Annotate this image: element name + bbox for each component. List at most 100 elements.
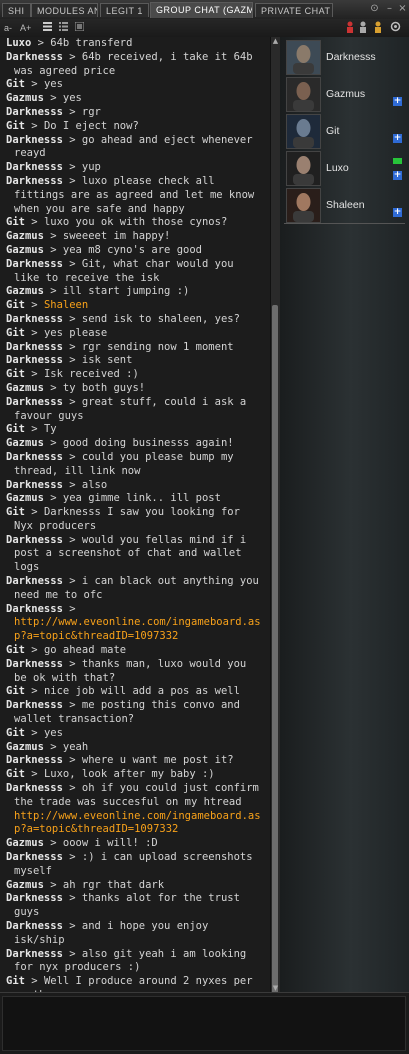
portrait-view-icon[interactable] xyxy=(74,21,85,35)
chat-message: Darknesss > also xyxy=(6,478,108,491)
chat-speaker[interactable]: Darknesss xyxy=(6,699,63,711)
chat-speaker[interactable]: Git xyxy=(6,327,25,339)
chat-speaker[interactable]: Gazmus xyxy=(6,437,44,449)
chat-speaker[interactable]: Gazmus xyxy=(6,879,44,891)
channel-icon-gray[interactable] xyxy=(358,21,368,35)
chat-speaker[interactable]: Darknesss xyxy=(6,313,63,325)
tab-legit[interactable]: LEGIT 1 xyxy=(100,3,149,17)
chat-message: Darknesss > Git, what char would you lik… xyxy=(6,257,234,284)
tab-modules[interactable]: MODULES AN xyxy=(31,3,98,17)
chat-speaker[interactable]: Git xyxy=(6,216,25,228)
chat-message: Darknesss > thanks man, luxo would you b… xyxy=(6,657,247,684)
chat-speaker[interactable]: Darknesss xyxy=(6,479,63,491)
chat-speaker[interactable]: Darknesss xyxy=(6,51,63,63)
settings-icon[interactable] xyxy=(390,21,401,35)
chat-speaker[interactable]: Darknesss xyxy=(6,948,63,960)
chat-text: Do I eject now? xyxy=(43,119,139,132)
chat-speaker[interactable]: Git xyxy=(6,975,25,987)
channel-icon-orange[interactable] xyxy=(373,21,383,35)
member-shaleen[interactable]: Shaleen + xyxy=(286,188,404,224)
options-icon[interactable]: ⊙ xyxy=(369,3,380,14)
scroll-down-icon[interactable]: ▼ xyxy=(271,984,280,992)
chat-text: 64b transferd xyxy=(50,37,133,49)
chat-speaker[interactable]: Gazmus xyxy=(6,244,44,256)
member-darknesss[interactable]: Darknesss xyxy=(286,40,404,76)
chat-text: luxo you ok with those cynos? xyxy=(43,216,228,229)
chat-text: send isk to shaleen, yes? xyxy=(81,312,240,325)
chat-speaker[interactable]: Darknesss xyxy=(6,534,63,546)
chat-speaker[interactable]: Darknesss xyxy=(6,258,63,270)
chat-speaker[interactable]: Darknesss xyxy=(6,782,63,794)
chat-speaker[interactable]: Darknesss xyxy=(6,851,63,863)
scroll-thumb[interactable] xyxy=(272,305,278,1023)
chat-link[interactable]: http://www.eveonline.com/ingameboard.asp… xyxy=(14,810,261,836)
font-smaller-button[interactable]: a- xyxy=(4,21,12,35)
chat-speaker[interactable]: Darknesss xyxy=(6,134,63,146)
add-contact-icon[interactable]: + xyxy=(393,97,402,106)
chat-speaker[interactable]: Gazmus xyxy=(6,382,44,394)
chat-speaker[interactable]: Gazmus xyxy=(6,285,44,297)
member-gazmus[interactable]: Gazmus + xyxy=(286,77,404,113)
chat-message: Gazmus > yeah xyxy=(6,740,89,753)
tab-ship[interactable]: SHI xyxy=(2,3,31,17)
chat-speaker[interactable]: Gazmus xyxy=(6,492,44,504)
chat-scrollbar[interactable]: ▲ ▼ xyxy=(270,37,280,1023)
chat-speaker[interactable]: Darknesss xyxy=(6,658,63,670)
channel-icon-red[interactable] xyxy=(345,21,355,35)
chat-speaker[interactable]: Darknesss xyxy=(6,603,63,615)
chat-speaker[interactable]: Gazmus xyxy=(6,741,44,753)
chat-speaker[interactable]: Git xyxy=(6,506,25,518)
member-name: Shaleen xyxy=(326,199,365,211)
chat-speaker[interactable]: Git xyxy=(6,78,25,90)
chat-message: Darknesss > send isk to shaleen, yes? xyxy=(6,312,240,325)
chat-text: yea gimme link.. ill post xyxy=(62,492,221,505)
detail-view-icon[interactable] xyxy=(59,21,68,35)
chat-speaker[interactable]: Darknesss xyxy=(6,920,63,932)
chat-speaker[interactable]: Git xyxy=(6,299,25,311)
chat-message: Darknesss > rgr sending now 1 moment xyxy=(6,340,234,353)
chat-message: Gazmus > yea m8 cyno's are good xyxy=(6,243,202,256)
chat-link[interactable]: http://www.eveonline.com/ingameboard.asp… xyxy=(14,616,261,642)
chat-speaker[interactable]: Gazmus xyxy=(6,92,44,104)
chat-speaker[interactable]: Darknesss xyxy=(6,396,63,408)
chat-input[interactable] xyxy=(2,996,406,1051)
chat-speaker[interactable]: Darknesss xyxy=(6,106,63,118)
chat-speaker[interactable]: Git xyxy=(6,727,25,739)
close-icon[interactable]: × xyxy=(397,3,408,14)
chat-message: Gazmus > sweeeet im happy! xyxy=(6,230,171,243)
chat-mention[interactable]: Shaleen xyxy=(44,299,88,311)
chat-text: ill start jumping :) xyxy=(62,285,190,298)
chat-speaker[interactable]: Git xyxy=(6,368,25,380)
chat-log[interactable]: Luxo > 64b transferd Darknesss > 64b rece… xyxy=(0,37,270,992)
minimize-icon[interactable]: – xyxy=(384,3,395,14)
chat-speaker[interactable]: Darknesss xyxy=(6,575,63,587)
chat-speaker[interactable]: Git xyxy=(6,685,25,697)
chat-speaker[interactable]: Darknesss xyxy=(6,341,63,353)
chat-message: Git > Isk received :) xyxy=(6,368,139,381)
chat-speaker[interactable]: Darknesss xyxy=(6,451,63,463)
member-luxo[interactable]: Luxo + xyxy=(286,151,404,187)
member-git[interactable]: Git + xyxy=(286,114,404,150)
chat-speaker[interactable]: Git xyxy=(6,644,25,656)
chat-speaker[interactable]: Git xyxy=(6,423,25,435)
chat-speaker[interactable]: Gazmus xyxy=(6,230,44,242)
font-larger-button[interactable]: A+ xyxy=(20,21,31,35)
add-contact-icon[interactable]: + xyxy=(393,134,402,143)
chat-speaker[interactable]: Darknesss xyxy=(6,161,63,173)
chat-speaker[interactable]: Darknesss xyxy=(6,892,63,904)
add-contact-icon[interactable]: + xyxy=(393,171,402,180)
chat-speaker[interactable]: Gazmus xyxy=(6,837,44,849)
chat-speaker[interactable]: Darknesss xyxy=(6,175,63,187)
tab-private-chat[interactable]: PRIVATE CHAT xyxy=(255,3,333,17)
tab-group-chat[interactable]: GROUP CHAT (GAZM xyxy=(150,2,253,18)
chat-speaker[interactable]: Git xyxy=(6,768,25,780)
chat-speaker[interactable]: Darknesss xyxy=(6,754,63,766)
chat-speaker[interactable]: Git xyxy=(6,120,25,132)
scroll-up-icon[interactable]: ▲ xyxy=(271,37,280,45)
chat-speaker[interactable]: Luxo xyxy=(6,37,31,49)
add-contact-icon[interactable]: + xyxy=(393,208,402,217)
chat-text: yes xyxy=(62,92,82,105)
chat-speaker[interactable]: Darknesss xyxy=(6,354,63,366)
list-view-icon[interactable] xyxy=(43,21,52,35)
chat-message: Darknesss > yup xyxy=(6,161,101,174)
